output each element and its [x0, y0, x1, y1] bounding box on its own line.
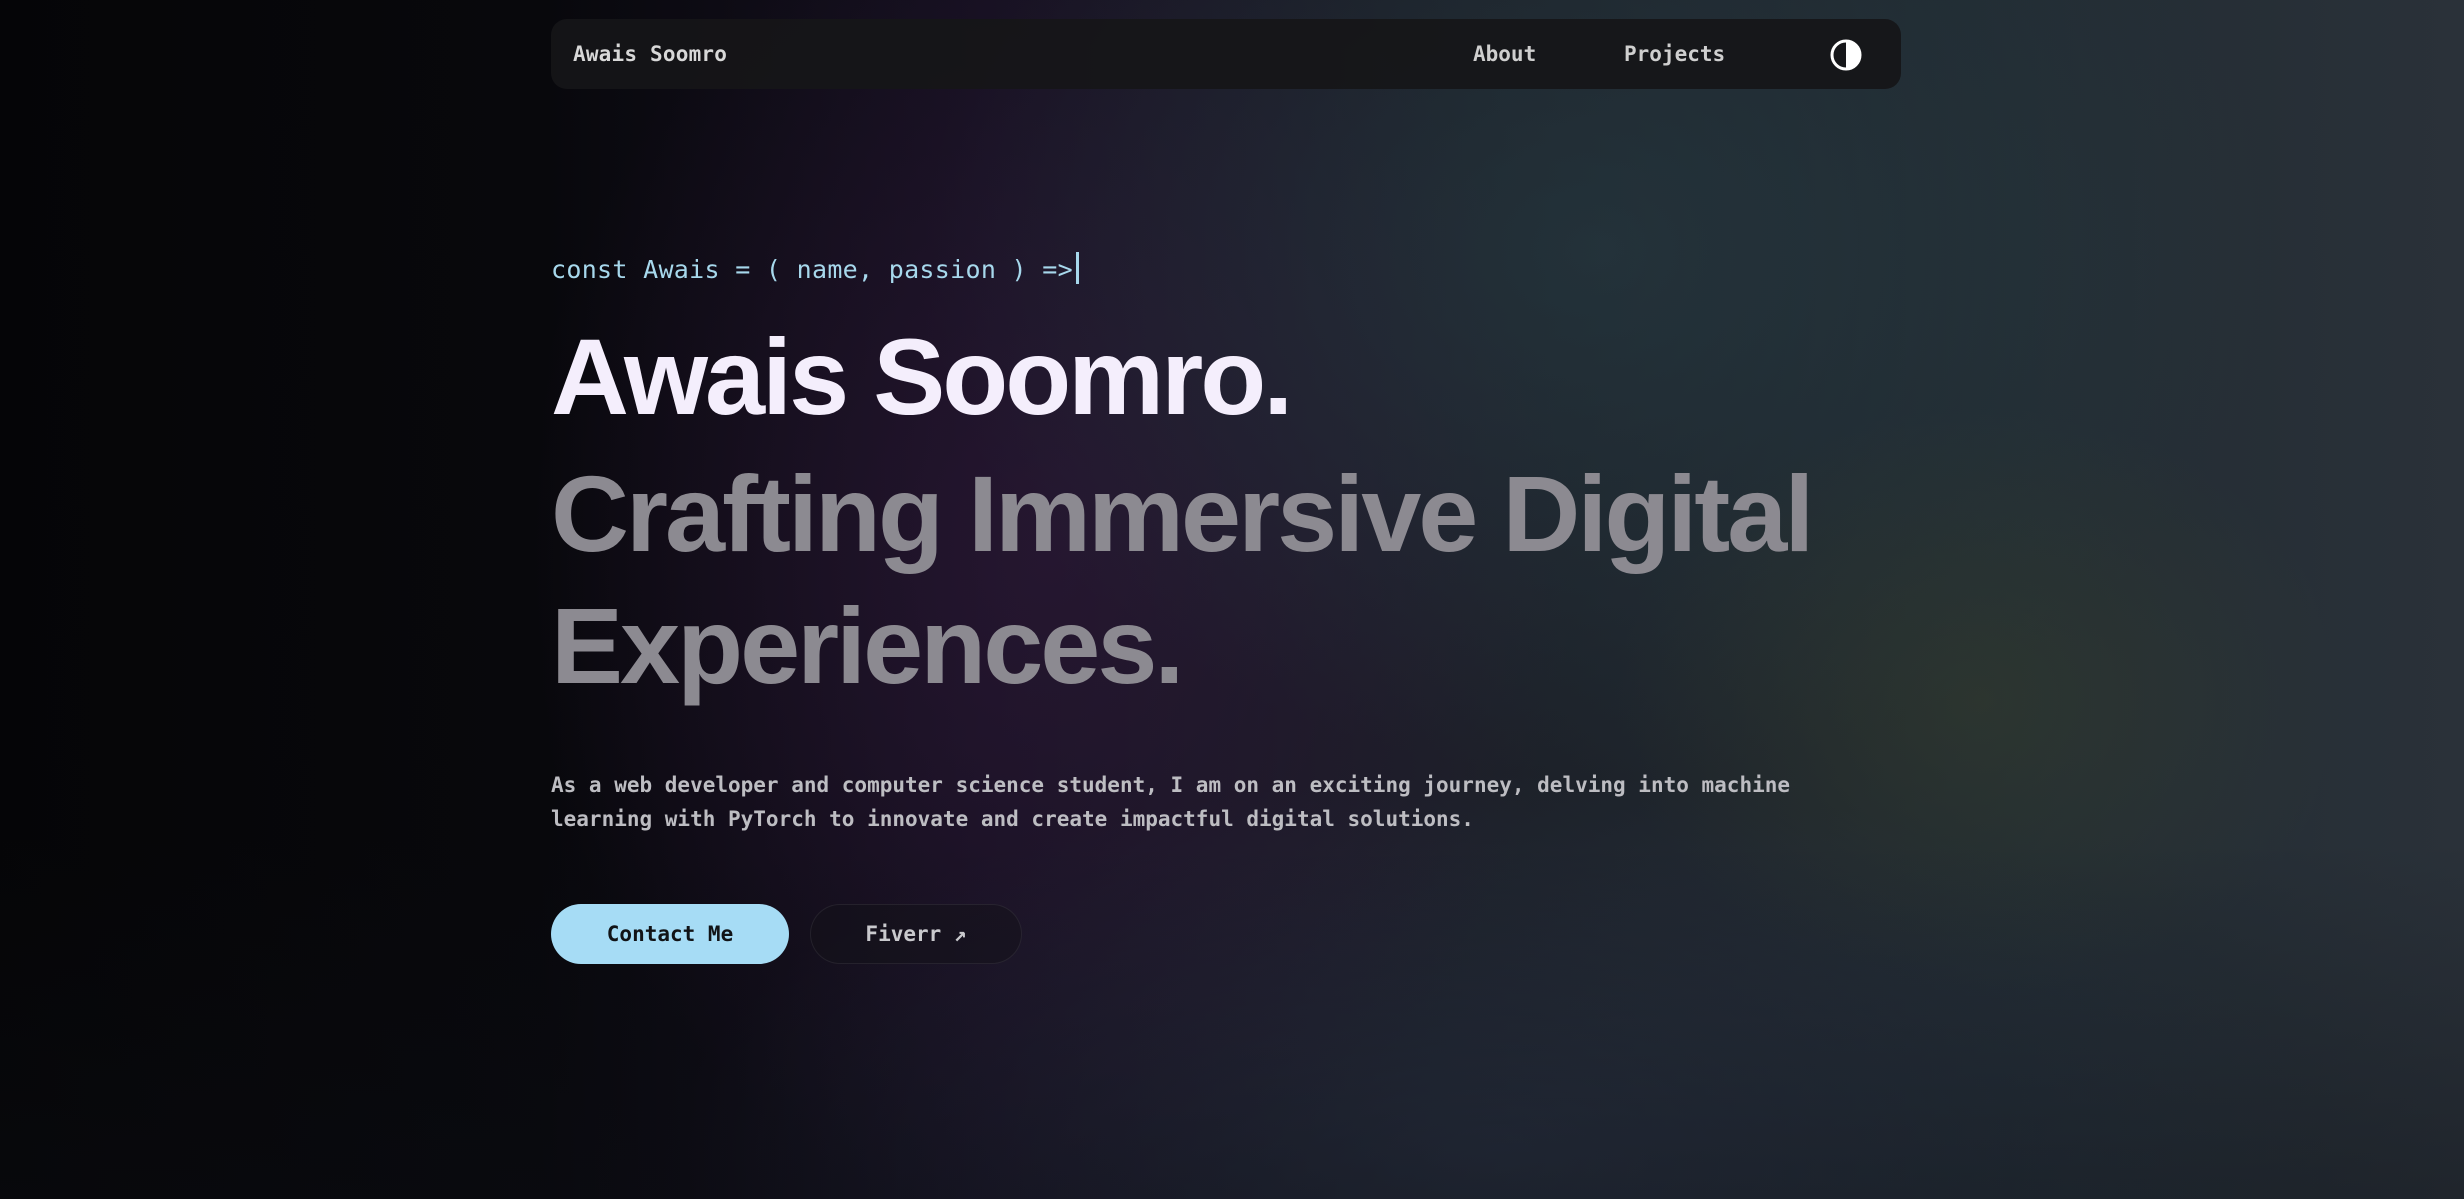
- code-snippet-text: const Awais = ( name, passion ) =>: [551, 255, 1073, 284]
- hero-tagline: Crafting Immersive Digital Experiences.: [551, 448, 1951, 712]
- contact-me-button[interactable]: Contact Me: [551, 904, 789, 964]
- nav-link-about[interactable]: About: [1473, 19, 1536, 89]
- hero-tagline-line-1: Crafting Immersive Digital: [551, 453, 1814, 574]
- theme-toggle-button[interactable]: [1830, 39, 1862, 71]
- code-snippet: const Awais = ( name, passion ) =>: [551, 252, 1079, 284]
- hero-tagline-line-2: Experiences.: [551, 585, 1184, 706]
- nav-brand-link[interactable]: Awais Soomro: [573, 19, 727, 89]
- hero-description-line-2: learning with PyTorch to innovate and cr…: [551, 807, 1474, 831]
- nav-link-projects[interactable]: Projects: [1624, 19, 1725, 89]
- navbar: Awais Soomro About Projects: [551, 19, 1901, 89]
- typing-caret: [1075, 252, 1079, 284]
- hero-description: As a web developer and computer science …: [551, 768, 1851, 836]
- contrast-icon: [1830, 39, 1862, 71]
- fiverr-button[interactable]: Fiverr ↗: [810, 904, 1022, 964]
- hero-description-line-1: As a web developer and computer science …: [551, 773, 1791, 797]
- hero-name-heading: Awais Soomro.: [551, 316, 1293, 437]
